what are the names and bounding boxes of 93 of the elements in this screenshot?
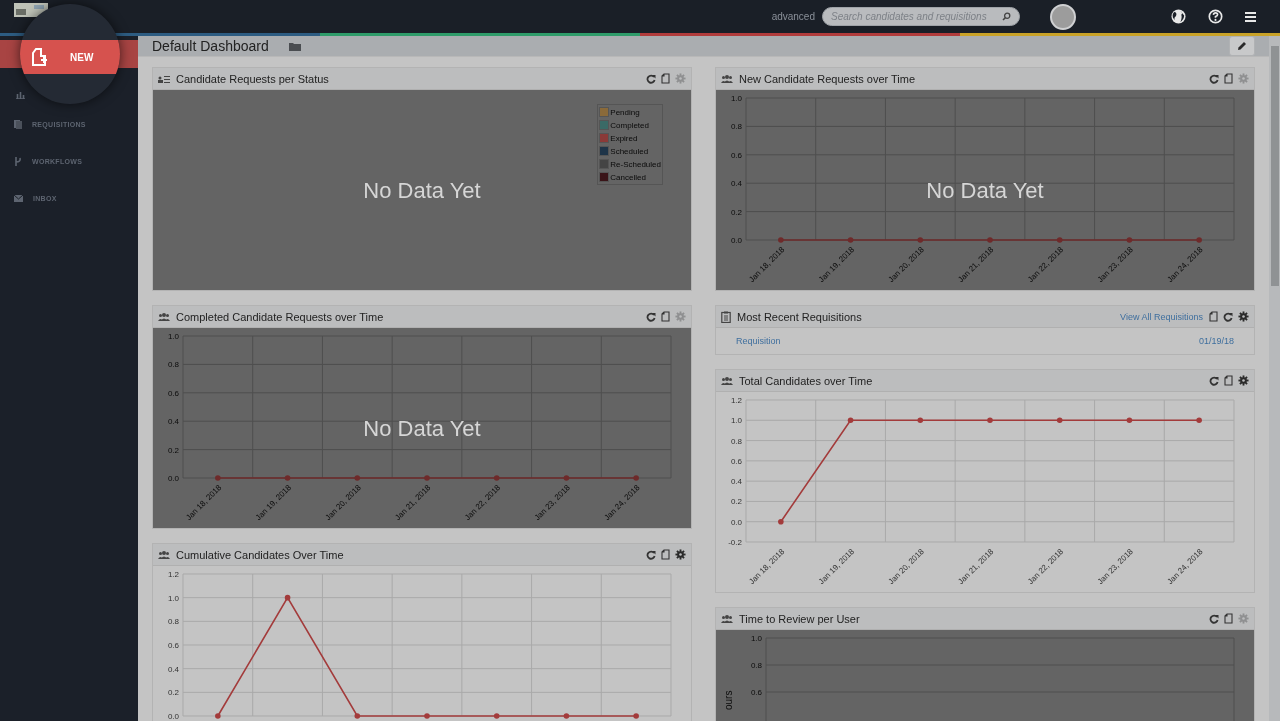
refresh-icon[interactable] [646, 549, 656, 560]
axis-tick-label: 0.6 [167, 388, 179, 398]
axis-tick-label: 1.0 [730, 94, 742, 103]
refresh-icon[interactable] [646, 311, 656, 322]
legend-label: Re-Scheduled [610, 159, 661, 169]
axis-tick-label: -0.2 [728, 538, 742, 547]
document-icon[interactable] [1224, 73, 1233, 84]
settings-icon[interactable] [1238, 375, 1249, 386]
axis-tick-label: 0.0 [730, 517, 742, 527]
axis-tick-label: 0.4 [730, 179, 742, 189]
people-icon [721, 74, 733, 83]
clipboard-icon [721, 310, 731, 323]
legend-label: Expired [610, 133, 638, 143]
legend-label: Scheduled [610, 146, 649, 156]
mode-label[interactable]: advanced [771, 11, 815, 22]
folder-icon[interactable] [288, 41, 301, 51]
axis-tick-label: 0.6 [730, 456, 742, 466]
empty-message: No Data Yet [363, 178, 481, 204]
refresh-icon[interactable] [646, 73, 656, 84]
document-icon[interactable] [1224, 375, 1233, 386]
widget-title: Time to Review per User [739, 612, 861, 625]
date-text: 01/19/18 [1198, 336, 1234, 346]
requisition-link[interactable]: Requisition [736, 336, 781, 346]
axis-tick-label: 1.0 [730, 416, 742, 426]
settings-icon[interactable] [675, 549, 686, 560]
scrollbar-thumb[interactable] [1271, 46, 1279, 286]
axis-tick-label: 0.4 [167, 417, 179, 427]
empty-message: No Data Yet [363, 416, 481, 442]
document-icon[interactable] [661, 549, 670, 560]
envelope-icon [14, 195, 23, 202]
document-icon[interactable] [661, 311, 670, 322]
axis-tick-label: 0.8 [167, 360, 179, 370]
widget-title: Most Recent Requisitions [737, 310, 863, 323]
legend-label: Cancelled [610, 172, 646, 182]
empty-message: No Data Yet [926, 178, 1044, 204]
widget-title: New Candidate Requests over Time [739, 72, 917, 85]
dashboard-title: Default Dashboard [152, 38, 269, 54]
legend-label: Pending [610, 107, 640, 117]
axis-title: ours [723, 690, 734, 710]
people-icon [721, 376, 733, 385]
widget-title: Total Candidates over Time [739, 374, 874, 387]
new-document-icon [32, 48, 48, 66]
list-icon [158, 74, 170, 83]
axis-tick-label: 1.0 [167, 593, 179, 603]
pencil-icon [1237, 41, 1247, 51]
axis-tick-label: 0.2 [167, 688, 179, 698]
axis-tick-label: 0.6 [750, 688, 762, 697]
refresh-icon[interactable] [1209, 73, 1219, 84]
axis-tick-label: 0.2 [167, 445, 179, 455]
axis-tick-label: 1.2 [167, 570, 179, 579]
people-icon [158, 550, 170, 559]
axis-tick-label: 1.2 [730, 396, 742, 405]
document-icon[interactable] [1209, 311, 1218, 322]
people-icon [158, 312, 170, 321]
axis-tick-label: 0.8 [730, 436, 742, 446]
user-avatar[interactable] [1050, 3, 1076, 30]
people-icon [721, 614, 733, 623]
axis-tick-label: 0.4 [730, 477, 742, 487]
view-all-link[interactable]: View All Requisitions [1120, 311, 1203, 322]
help-icon[interactable] [1208, 9, 1223, 24]
axis-tick-label: 0.8 [730, 122, 742, 132]
axis-tick-label: 0.6 [167, 641, 179, 650]
document-icon[interactable] [661, 73, 670, 84]
axis-tick-label: 0.2 [730, 497, 742, 507]
axis-tick-label: 1.0 [750, 634, 762, 643]
legend-label: Completed [610, 120, 649, 130]
branch-icon [14, 157, 22, 166]
new-button[interactable]: NEW [20, 40, 120, 74]
axis-tick-label: 1.0 [167, 332, 179, 341]
refresh-icon[interactable] [1223, 311, 1233, 322]
widget-title: Candidate Requests per Status [176, 72, 330, 85]
axis-tick-label: 0.4 [167, 664, 179, 674]
refresh-icon[interactable] [1209, 375, 1219, 386]
settings-icon[interactable] [1238, 311, 1249, 322]
search-icon[interactable] [1002, 12, 1011, 21]
search-field[interactable]: Search candidates and requisitions [822, 7, 1020, 26]
widget-title: Completed Candidate Requests over Time [176, 310, 385, 323]
widget-title: Cumulative Candidates Over Time [176, 548, 345, 561]
logo-icon[interactable] [14, 2, 48, 17]
edit-button[interactable] [1229, 36, 1255, 56]
axis-tick-label: 0.0 [167, 474, 179, 483]
globe-icon[interactable] [1171, 9, 1186, 24]
axis-tick-label: 0.6 [730, 150, 742, 160]
axis-tick-label: 0.8 [750, 661, 762, 670]
axis-tick-label: 0.0 [730, 236, 742, 245]
axis-tick-label: 0.0 [167, 712, 179, 721]
axis-tick-label: 0.2 [730, 207, 742, 217]
document-icon [14, 120, 22, 129]
document-icon[interactable] [1224, 613, 1233, 624]
refresh-icon[interactable] [1209, 613, 1219, 624]
menu-icon[interactable] [1245, 11, 1256, 22]
axis-tick-label: 0.8 [167, 617, 179, 627]
bar-chart-icon[interactable] [16, 91, 25, 99]
